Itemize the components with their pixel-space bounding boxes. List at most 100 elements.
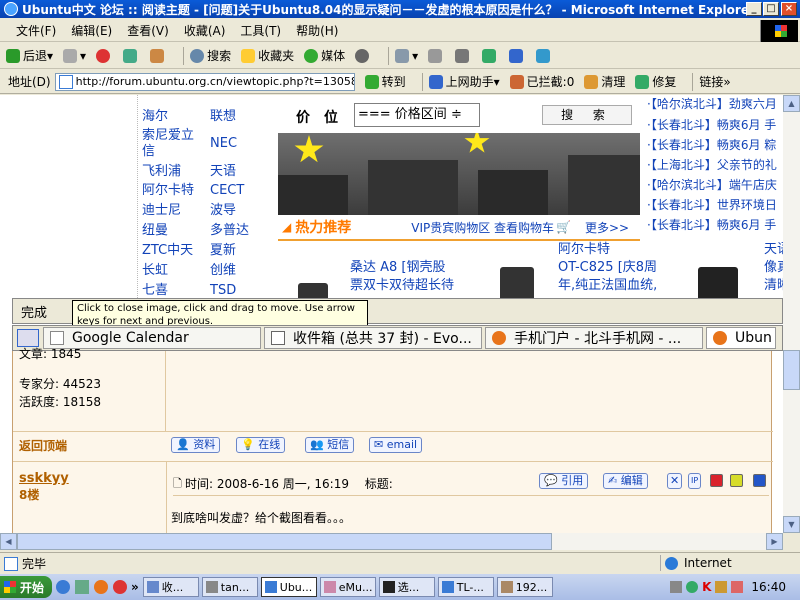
brand-link[interactable]: 七喜	[142, 283, 168, 299]
mail-button[interactable]: ▾	[395, 48, 418, 63]
desktop-icon[interactable]	[75, 580, 89, 594]
price-range-select[interactable]: === 价格区间 ≑	[354, 103, 480, 127]
product-link[interactable]: 年,纯正法国血统,	[558, 277, 657, 295]
scroll-down-icon[interactable]: ▼	[783, 516, 800, 533]
menu-view[interactable]: 查看(V)	[127, 22, 169, 39]
scroll-right-icon[interactable]: ▶	[766, 533, 783, 550]
search-button[interactable]: 搜索	[190, 47, 231, 64]
menu-help[interactable]: 帮助(H)	[296, 22, 338, 39]
task-button[interactable]: 192...	[496, 577, 553, 597]
brand-link[interactable]: 阿尔卡特	[142, 183, 194, 199]
red-square-icon[interactable]	[710, 474, 723, 487]
news-link[interactable]: ·【哈尔滨北斗】劲爽六月	[647, 95, 777, 112]
brand-link[interactable]: 多普达	[210, 223, 249, 239]
repair-button[interactable]: 修复	[635, 73, 676, 90]
brand-link[interactable]: NEC	[210, 136, 237, 152]
blocked-popups[interactable]: 已拦截:0	[509, 73, 574, 90]
search-button[interactable]: 搜 索	[542, 105, 632, 125]
messenger-button[interactable]	[482, 48, 499, 63]
vertical-scrollbar[interactable]: ▲ ▼	[783, 95, 800, 533]
vip-cart-link[interactable]: VIP贵宾购物区 查看购物车	[411, 219, 554, 236]
scroll-left-icon[interactable]: ◀	[0, 533, 17, 550]
news-link[interactable]: ·【长春北斗】畅爽6月 粽	[647, 136, 776, 153]
favorites-button[interactable]: 收藏夹	[241, 47, 294, 64]
task-button[interactable]: TL-...	[437, 577, 494, 597]
brand-link[interactable]: 波导	[210, 203, 236, 219]
task-button[interactable]: 收...	[142, 577, 199, 597]
pm-button[interactable]: 👥 短信	[305, 437, 355, 453]
vertical-scroll-thumb[interactable]	[783, 350, 800, 390]
task-button-active[interactable]: Ubu...	[260, 577, 317, 597]
network-icon[interactable]	[686, 581, 699, 593]
firefox-quicklaunch-icon[interactable]	[94, 580, 108, 594]
product-link[interactable]: OT-C825 [庆8周	[558, 259, 657, 277]
stop-button[interactable]	[96, 48, 113, 63]
brand-link[interactable]: 迪士尼	[142, 203, 181, 219]
tray-app-icon[interactable]	[731, 581, 744, 593]
poster-name-link[interactable]: sskkyy	[19, 471, 69, 486]
menu-edit[interactable]: 编辑(E)	[71, 22, 112, 39]
product-link[interactable]: 清晰	[764, 277, 783, 295]
brand-link[interactable]: 索尼爱立信	[142, 128, 200, 160]
horizontal-scrollbar[interactable]: ◀ ▶	[0, 533, 783, 550]
brand-link[interactable]: 飞利浦	[142, 164, 181, 180]
forward-button[interactable]: ▾	[63, 48, 86, 63]
k-icon[interactable]: K	[702, 580, 711, 594]
minimize-button[interactable]: _	[746, 2, 762, 16]
edit-post-button[interactable]: ✍ 编辑	[603, 473, 648, 489]
news-link[interactable]: ·【上海北斗】父亲节的礼	[647, 156, 777, 173]
home-button[interactable]	[150, 48, 167, 63]
brand-link[interactable]: CECT	[210, 183, 244, 199]
more-quicklaunch-icon[interactable]: »	[131, 580, 139, 594]
brand-link[interactable]: 海尔	[142, 109, 168, 125]
close-button[interactable]: ×	[781, 2, 797, 16]
brand-link[interactable]: ZTC中天	[142, 243, 193, 259]
tab-phone-portal[interactable]: 手机门户 - 北斗手机网 - ...	[485, 327, 703, 349]
product-link[interactable]: 桑达 A8 [钢壳股	[350, 259, 446, 277]
address-input[interactable]: http://forum.ubuntu.org.cn/viewtopic.php…	[54, 72, 355, 91]
ip-icon[interactable]: IP	[688, 473, 702, 489]
task-button[interactable]: 选...	[378, 577, 435, 597]
news-link[interactable]: ·【长春北斗】畅爽6月 手	[647, 116, 776, 133]
news-link[interactable]: ·【长春北斗】畅爽6月 手	[647, 216, 776, 233]
delete-icon[interactable]: ✕	[667, 473, 683, 489]
quote-button[interactable]: 💬 引用	[539, 473, 589, 489]
yellow-square-icon[interactable]	[730, 474, 743, 487]
menu-favorites[interactable]: 收藏(A)	[184, 22, 226, 39]
brand-link[interactable]: 长虹	[142, 263, 168, 279]
start-button[interactable]: 开始	[0, 576, 52, 598]
ie-quicklaunch-icon[interactable]	[56, 580, 70, 594]
tool-icon[interactable]	[715, 581, 728, 593]
brand-link[interactable]: 天语	[210, 164, 236, 180]
more-link[interactable]: 更多>>	[585, 219, 629, 236]
product-link[interactable]: 阿尔卡特	[558, 241, 610, 259]
task-button[interactable]: tan...	[201, 577, 258, 597]
brand-link[interactable]: 纽曼	[142, 223, 168, 239]
brand-link[interactable]: 夏新	[210, 243, 236, 259]
menu-tools[interactable]: 工具(T)	[240, 22, 281, 39]
product-link[interactable]: 票双卡双待超长待	[350, 277, 454, 295]
refresh-button[interactable]	[123, 48, 140, 63]
links-button[interactable]: 链接»	[699, 73, 730, 90]
promo-banner-image[interactable]	[278, 133, 640, 215]
tab-inbox[interactable]: 收件箱 (总共 37 封) - Evo...	[264, 327, 482, 349]
tab-ubuntu[interactable]: Ubun	[706, 327, 776, 349]
horizontal-scroll-thumb[interactable]	[17, 533, 552, 550]
print-button[interactable]	[428, 48, 445, 63]
back-to-top-link[interactable]: 返回顶端	[19, 437, 67, 454]
product-link[interactable]: 像真	[764, 259, 783, 277]
profile-button[interactable]: 👤 资料	[171, 437, 221, 453]
volume-icon[interactable]	[670, 581, 683, 593]
scroll-up-icon[interactable]: ▲	[783, 95, 800, 112]
research-button[interactable]	[509, 48, 526, 63]
assistant-button[interactable]: 上网助手 ▾	[428, 73, 500, 90]
media-button[interactable]: 媒体	[304, 47, 345, 64]
player-icon[interactable]	[113, 580, 127, 594]
translate-button[interactable]	[536, 48, 553, 63]
news-link[interactable]: ·【哈尔滨北斗】端午店庆	[647, 176, 777, 193]
task-button[interactable]: eMu...	[319, 577, 376, 597]
email-button[interactable]: ✉ email	[369, 437, 423, 453]
maximize-button[interactable]: □	[763, 2, 779, 16]
brand-link[interactable]: 创维	[210, 263, 236, 279]
online-button[interactable]: 💡 在线	[236, 437, 286, 453]
